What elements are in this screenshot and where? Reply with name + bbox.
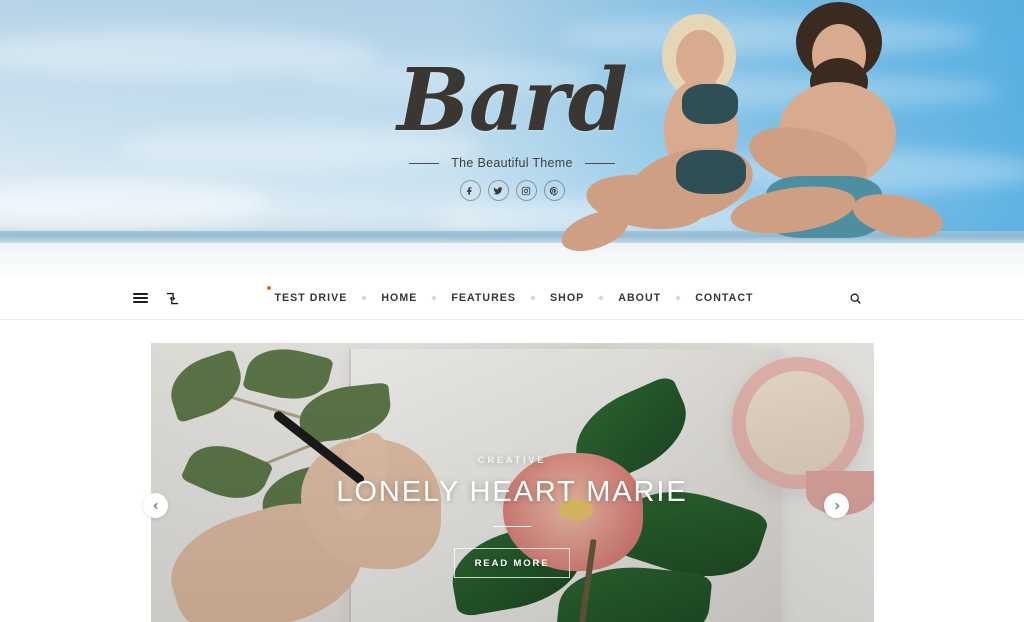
search-icon[interactable]	[846, 289, 864, 307]
nav-separator	[598, 295, 605, 301]
site-header: Bard The Beautiful Theme	[0, 0, 1024, 277]
tagline-dash-left	[409, 162, 440, 164]
nav-separator	[431, 295, 438, 301]
hamburger-menu-icon[interactable]	[131, 289, 149, 307]
tagline-dash-right	[584, 162, 615, 164]
tagline-row: The Beautiful Theme	[0, 156, 1024, 170]
random-post-icon[interactable]	[163, 289, 181, 307]
nav-item-about[interactable]: ABOUT	[616, 292, 663, 304]
new-indicator-dot	[267, 286, 272, 290]
site-tagline: The Beautiful Theme	[451, 156, 573, 170]
pinterest-icon[interactable]	[543, 180, 565, 201]
site-branding: Bard The Beautiful Theme	[0, 58, 1024, 201]
slider-prev-arrow-icon[interactable]	[143, 493, 168, 518]
nav-separator	[361, 295, 368, 301]
main-navigation: TEST DRIVE HOME FEATURES SHOP ABOUT CONT…	[0, 277, 1024, 320]
nav-separator	[530, 295, 536, 301]
nav-item-home[interactable]: HOME	[379, 292, 419, 304]
read-more-button[interactable]: READ MORE	[453, 547, 571, 578]
nav-item-shop[interactable]: SHOP	[548, 292, 586, 304]
facebook-icon[interactable]	[459, 180, 481, 201]
nav-left-icons	[131, 289, 181, 307]
nav-item-test-drive[interactable]: TEST DRIVE	[267, 286, 349, 304]
nav-item-contact[interactable]: CONTACT	[693, 292, 755, 304]
slider-next-arrow-icon[interactable]	[824, 493, 849, 518]
nav-item-features[interactable]: FEATURES	[449, 292, 518, 304]
slide-title[interactable]: LONELY HEART MARIE	[151, 476, 874, 509]
slide-content: CREATIVE LONELY HEART MARIE READ MORE	[151, 455, 874, 578]
slide-divider	[493, 525, 531, 527]
twitter-icon[interactable]	[487, 180, 509, 201]
slide-category[interactable]: CREATIVE	[151, 455, 874, 466]
nav-separator	[675, 295, 682, 301]
site-logo[interactable]: Bard	[0, 58, 1024, 144]
slide: CREATIVE LONELY HEART MARIE READ MORE	[150, 343, 874, 622]
nav-item-label: TEST DRIVE	[274, 292, 348, 304]
social-links	[0, 180, 1024, 201]
instagram-icon[interactable]	[515, 180, 537, 201]
page-root: Bard The Beautiful Theme TEST DRIVE HOME…	[0, 0, 1024, 622]
featured-slider: CREATIVE LONELY HEART MARIE READ MORE	[0, 320, 1024, 622]
